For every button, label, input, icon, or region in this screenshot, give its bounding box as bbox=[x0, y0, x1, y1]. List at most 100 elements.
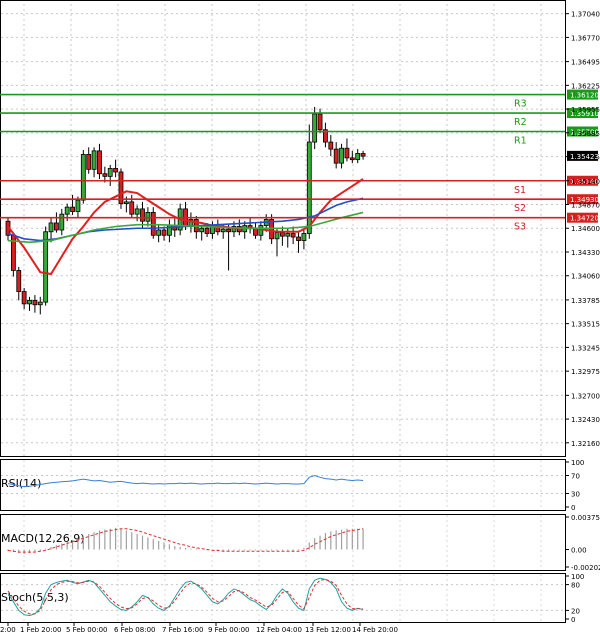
candle-bullish bbox=[134, 208, 140, 215]
last-price-label: 1.35423 bbox=[570, 153, 599, 161]
time-tick-label: 6 Feb 08:00 bbox=[114, 626, 155, 634]
price-tick-label: 1.33785 bbox=[571, 297, 600, 305]
price-tick-label: 1.32430 bbox=[571, 416, 600, 424]
level-price-label: 1.34720 bbox=[570, 215, 599, 223]
level-name-s3: S3 bbox=[514, 222, 526, 233]
candle-bearish bbox=[86, 153, 92, 170]
candle-bearish bbox=[328, 141, 334, 150]
panel-axis-label: 100 bbox=[571, 573, 584, 581]
candle-bearish bbox=[129, 201, 135, 215]
candlestick-series bbox=[5, 106, 366, 315]
level-name-s1: S1 bbox=[514, 185, 526, 196]
candle-bullish bbox=[156, 229, 162, 236]
price-tick-label: 1.36770 bbox=[571, 34, 600, 42]
price-tick-label: 1.35140 bbox=[571, 178, 600, 186]
candle-bullish bbox=[220, 228, 226, 233]
candle-bullish bbox=[80, 153, 86, 201]
candle-bullish bbox=[339, 147, 344, 164]
candle-bearish bbox=[32, 299, 38, 306]
candle-bearish bbox=[54, 222, 59, 231]
panel-axis-label: -0.002021 bbox=[571, 564, 600, 572]
candle-bearish bbox=[333, 148, 339, 164]
candle-bearish bbox=[360, 153, 366, 157]
candle-bearish bbox=[349, 157, 355, 161]
price-tick-label: 1.36495 bbox=[571, 59, 600, 67]
price-tick-label: 1.34060 bbox=[571, 273, 600, 281]
time-axis: 2:00 1 Feb 20:00 5 Feb 00:00 6 Feb 08:00 7 F… bbox=[0, 622, 398, 634]
candle-bullish bbox=[199, 227, 205, 233]
panel-axis-label: 70 bbox=[571, 473, 580, 481]
level-name-r3: R3 bbox=[514, 99, 527, 110]
candle-bearish bbox=[317, 113, 323, 131]
panel-axis-label: 0.003754 bbox=[571, 514, 600, 522]
panel-axis-label: 0.00 bbox=[571, 547, 587, 555]
forex-chart: 1.36120R31.35910R21.35700R11.35140S11.34… bbox=[0, 0, 600, 634]
main-price-grid bbox=[0, 0, 566, 622]
candle-bullish bbox=[301, 233, 307, 241]
candle-bearish bbox=[150, 212, 156, 236]
candle-bearish bbox=[279, 232, 285, 237]
indicator-panel-frame-3 bbox=[0, 573, 566, 623]
price-tick-label: 1.35955 bbox=[571, 106, 600, 114]
price-tick-label: 1.34870 bbox=[571, 201, 600, 209]
price-tick-label: 1.33245 bbox=[571, 344, 600, 352]
candle-bullish bbox=[145, 212, 151, 222]
candle-bullish bbox=[285, 233, 291, 237]
candle-bearish bbox=[113, 168, 118, 173]
panel-axis-label: 30 bbox=[571, 491, 580, 499]
candle-bullish bbox=[123, 201, 129, 205]
candle-bearish bbox=[140, 208, 145, 222]
candle-bullish bbox=[43, 231, 49, 303]
candle-bullish bbox=[306, 141, 312, 234]
panel-axis-label: 100 bbox=[571, 459, 584, 467]
price-tick-label: 1.34330 bbox=[571, 249, 600, 257]
panel-axis-label: 20 bbox=[571, 607, 580, 615]
candle-bullish bbox=[37, 301, 43, 306]
panel-axis-label: 0 bbox=[571, 616, 575, 624]
time-tick-label: 7 Feb 16:00 bbox=[162, 626, 203, 634]
candle-bullish bbox=[107, 168, 113, 177]
time-tick-label: 9 Feb 00:00 bbox=[208, 626, 249, 634]
price-tick-label: 1.35685 bbox=[571, 130, 600, 138]
time-tick-label: 2:00 bbox=[0, 626, 16, 634]
candle-bullish bbox=[75, 199, 81, 212]
candle-bearish bbox=[204, 227, 210, 234]
candle-bearish bbox=[296, 236, 301, 241]
price-axis: 1.37040 1.36770 1.36495 1.36225 1.35955 1.356… bbox=[565, 11, 600, 448]
candle-bearish bbox=[21, 291, 27, 305]
level-name-s2: S2 bbox=[514, 203, 526, 214]
candle-bullish bbox=[27, 299, 32, 305]
candle-bullish bbox=[312, 113, 318, 143]
time-tick-label: 1 Feb 20:00 bbox=[20, 626, 61, 634]
indicator-panel-frame-2 bbox=[0, 514, 566, 571]
candle-bullish bbox=[274, 232, 280, 240]
rsi-line bbox=[7, 474, 364, 488]
candle-bearish bbox=[226, 228, 231, 233]
candle-bearish bbox=[16, 270, 22, 292]
time-tick-label: 5 Feb 00:00 bbox=[66, 626, 107, 634]
time-tick-label: 13 Feb 12:00 bbox=[305, 626, 351, 634]
candle-bullish bbox=[91, 150, 97, 170]
time-tick-label: 12 Feb 04:00 bbox=[256, 626, 302, 634]
indicator-panels: 10070300RSI(14)0.0037540.00-0.002021MACD… bbox=[0, 459, 600, 624]
indicator-panel-frame-1 bbox=[0, 459, 566, 511]
candle-bullish bbox=[48, 222, 54, 233]
price-tick-label: 1.33515 bbox=[571, 321, 600, 329]
level-name-r2: R2 bbox=[514, 117, 527, 128]
price-tick-label: 1.36225 bbox=[571, 82, 600, 90]
price-tick-label: 1.32700 bbox=[571, 392, 600, 400]
price-tick-label: 1.32160 bbox=[571, 440, 600, 448]
level-name-r1: R1 bbox=[514, 136, 527, 147]
candle-bearish bbox=[290, 233, 296, 238]
candle-bearish bbox=[97, 150, 102, 175]
candle-bearish bbox=[161, 229, 167, 236]
candle-bearish bbox=[70, 206, 75, 212]
time-tick-label: 14 Feb 20:00 bbox=[352, 626, 398, 634]
price-tick-label: 1.32975 bbox=[571, 368, 600, 376]
panel-axis-label: 80 bbox=[571, 582, 580, 590]
price-tick-label: 1.37040 bbox=[571, 11, 600, 19]
candle-bullish bbox=[59, 213, 65, 231]
candle-bearish bbox=[344, 147, 350, 159]
candle-bearish bbox=[102, 173, 108, 177]
price-tick-label: 1.34600 bbox=[571, 225, 600, 233]
